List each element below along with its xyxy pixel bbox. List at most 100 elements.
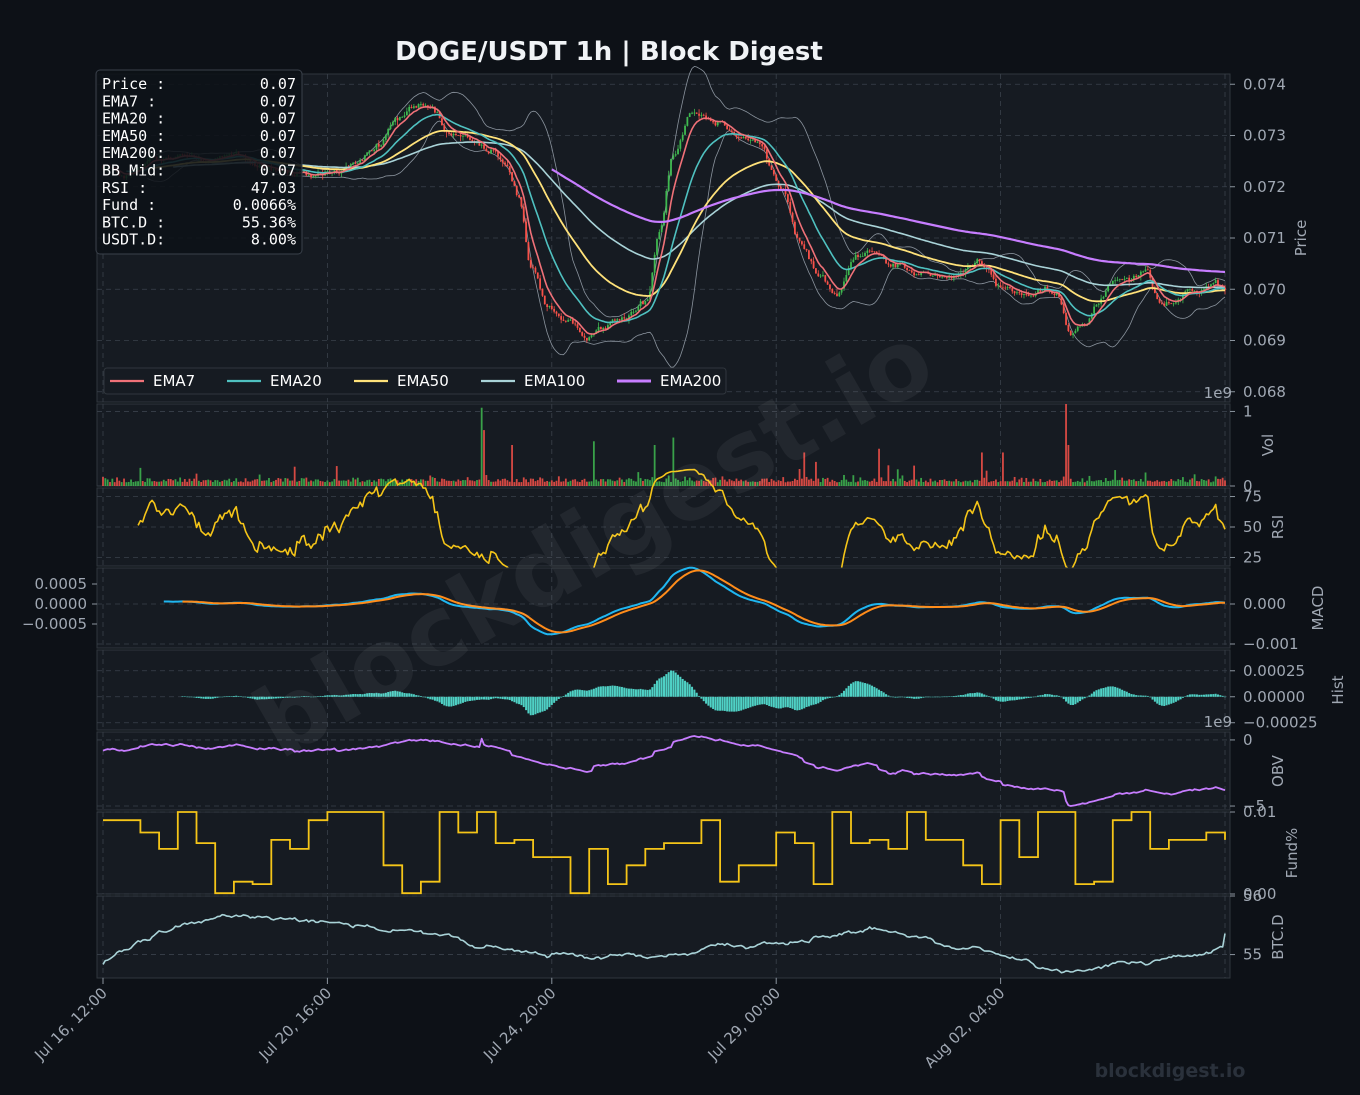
volume-bar xyxy=(483,430,485,486)
candle-body xyxy=(504,162,506,165)
hist-bar xyxy=(742,696,745,710)
hist-bar xyxy=(857,681,860,697)
hist-bar xyxy=(684,680,687,697)
hist-bar xyxy=(948,696,951,697)
hist-bar xyxy=(915,696,918,699)
hist-bar xyxy=(574,689,577,697)
candle-body xyxy=(562,319,565,321)
hist-tick-label: 0.00025 xyxy=(1243,662,1305,680)
hist-bar xyxy=(1191,694,1194,697)
candle-body xyxy=(892,264,894,267)
hist-bar xyxy=(616,686,619,697)
candle-body xyxy=(747,138,750,141)
volume-bar xyxy=(186,481,189,486)
volume-bar xyxy=(120,482,123,486)
volume-bar xyxy=(134,481,137,486)
hist-bar xyxy=(188,696,191,698)
hist-bar xyxy=(1076,696,1079,703)
candle-body xyxy=(691,112,693,114)
macd-panel xyxy=(96,567,1231,649)
candle-body xyxy=(359,159,362,163)
candle-body xyxy=(656,239,658,255)
info-label: EMA7 : xyxy=(102,92,156,110)
hist-bar xyxy=(1198,694,1201,697)
hist-bar xyxy=(1202,694,1205,697)
volume-bar xyxy=(148,478,151,486)
hist-tick-label: −0.00025 xyxy=(1243,714,1318,732)
candle-body xyxy=(1170,303,1173,305)
volume-bar xyxy=(1086,480,1088,486)
volume-bar xyxy=(550,480,553,486)
candle-body xyxy=(630,311,633,316)
info-value: 0.07 xyxy=(260,144,296,162)
candle-body xyxy=(789,202,792,213)
volume-bar xyxy=(328,482,331,486)
hist-bar xyxy=(936,696,939,698)
volume-bar xyxy=(1100,480,1103,486)
volume-bar xyxy=(340,480,343,486)
candle-body xyxy=(672,155,675,159)
hist-bar xyxy=(483,696,486,700)
candle-body xyxy=(312,175,315,178)
hist-bar xyxy=(922,696,925,698)
volume-bar xyxy=(338,480,340,486)
candle-body xyxy=(642,301,644,305)
volume-bar xyxy=(1114,470,1117,486)
volume-bar xyxy=(546,481,549,486)
volume-bar xyxy=(880,477,883,486)
hist-bar xyxy=(679,676,682,697)
volume-bar xyxy=(487,480,490,486)
volume-bar xyxy=(272,481,275,486)
hist-bar xyxy=(672,670,675,697)
volume-bar xyxy=(1217,478,1219,486)
obv-tick-label: 0 xyxy=(1243,731,1253,749)
volume-bar xyxy=(1062,476,1065,486)
hist-bar xyxy=(499,696,502,699)
hist-bar xyxy=(691,686,694,697)
candle-body xyxy=(822,275,824,276)
hist-bar xyxy=(1221,695,1224,697)
volume-bar xyxy=(1198,481,1201,486)
volume-bar xyxy=(859,477,862,486)
candle-body xyxy=(1186,289,1189,292)
hist-bar xyxy=(1188,694,1191,697)
candle-body xyxy=(373,149,376,151)
volume-bar xyxy=(347,479,350,486)
volume-bar xyxy=(899,478,901,486)
volume-bar xyxy=(284,478,287,486)
volume-bar xyxy=(457,479,460,486)
volume-bar xyxy=(861,480,864,486)
volume-bar xyxy=(471,480,474,486)
volume-bar xyxy=(494,481,497,486)
volume-bar xyxy=(826,477,829,486)
hist-bar xyxy=(209,696,212,699)
hist-bar xyxy=(866,683,869,697)
volume-bar xyxy=(214,480,217,486)
candle-body xyxy=(599,327,602,330)
volume-bar xyxy=(359,482,362,486)
candle-body xyxy=(536,272,539,279)
hist-bar xyxy=(1015,696,1018,700)
volume-bar xyxy=(127,481,130,486)
hist-bar xyxy=(239,696,242,697)
hist-bar xyxy=(931,696,934,698)
hist-bar xyxy=(1186,695,1189,697)
hist-bar xyxy=(473,696,476,701)
volume-bar xyxy=(508,481,511,486)
hist-bar xyxy=(1139,695,1142,697)
hist-bar xyxy=(646,689,649,697)
candle-body xyxy=(1144,269,1147,272)
volume-bar xyxy=(955,479,958,486)
rsi-tick-label: 25 xyxy=(1243,548,1262,566)
chart-title: DOGE/USDT 1h | Block Digest xyxy=(395,37,823,67)
candle-body xyxy=(1023,293,1025,295)
hist-bar xyxy=(454,696,457,706)
candle-body xyxy=(450,133,453,136)
volume-bar xyxy=(1072,482,1074,486)
volume-bar xyxy=(146,478,149,486)
hist-bar xyxy=(941,696,944,698)
volume-bar xyxy=(209,480,212,486)
candle-body xyxy=(1097,303,1100,305)
hist-bar xyxy=(758,696,761,705)
candle-body xyxy=(382,139,385,146)
